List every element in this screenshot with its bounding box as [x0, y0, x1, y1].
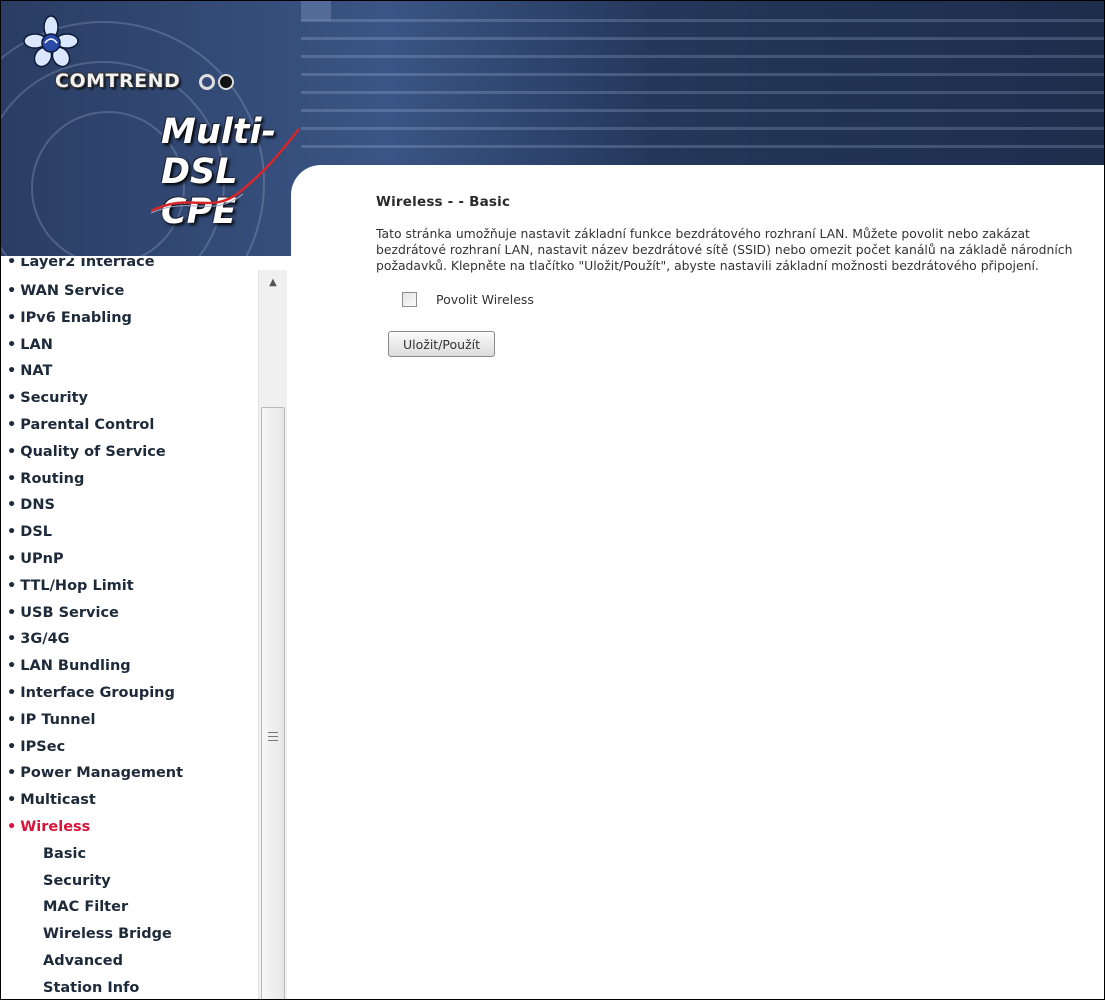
sidebar-item-14[interactable]: • 3G/4G	[7, 626, 257, 653]
sidebar-item-label: LAN	[20, 336, 53, 353]
bullet-icon: •	[7, 550, 17, 567]
bullet-icon: •	[7, 363, 17, 380]
sidebar-item-8[interactable]: • Routing	[7, 466, 257, 493]
sidebar-item-20[interactable]: • Multicast	[7, 787, 257, 814]
sidebar-subitem-1[interactable]: Security	[7, 868, 257, 895]
bullet-icon: •	[7, 818, 17, 835]
main-content: Wireless - - Basic Tato stránka umožňuje…	[376, 194, 1096, 357]
sidebar-item-label: Layer2 Interface	[20, 258, 155, 270]
sidebar-item-1[interactable]: • WAN Service	[7, 278, 257, 305]
sidebar-item-label: NAT	[20, 363, 53, 380]
sidebar-item-19[interactable]: • Power Management	[7, 760, 257, 787]
sidebar-item-6[interactable]: • Parental Control	[7, 412, 257, 439]
red-swoosh-icon	[151, 128, 300, 214]
sidebar-item-label: Power Management	[20, 765, 184, 782]
sidebar-item-label: USB Service	[20, 604, 119, 621]
sidebar-subitem-0[interactable]: Basic	[7, 841, 257, 868]
bullet-icon: •	[7, 684, 17, 701]
sidebar-item-label: IP Tunnel	[20, 711, 96, 728]
sidebar-item-4[interactable]: • NAT	[7, 358, 257, 385]
sidebar-item-label: Wireless	[20, 818, 91, 835]
sidebar-item-18[interactable]: • IPSec	[7, 734, 257, 761]
brand-name: COMTREND	[55, 70, 181, 92]
sidebar-subitem-5[interactable]: Station Info	[7, 975, 257, 999]
sidebar-item-label: IPv6 Enabling	[20, 309, 132, 326]
sidebar-item-label: Multicast	[20, 792, 96, 809]
sidebar-item-label: Interface Grouping	[20, 684, 175, 701]
save-apply-button[interactable]: Uložit/Použít	[388, 331, 496, 357]
bullet-icon: •	[7, 524, 17, 541]
enable-wireless-row: Povolit Wireless	[402, 288, 1096, 310]
sidebar-item-17[interactable]: • IP Tunnel	[7, 707, 257, 734]
enable-wireless-label: Povolit Wireless	[436, 291, 534, 307]
bullet-icon: •	[7, 470, 17, 487]
sidebar-item-label: Security	[20, 390, 88, 407]
sidebar-item-12[interactable]: • TTL/Hop Limit	[7, 573, 257, 600]
sidebar-scrollbar[interactable]: ▲	[258, 270, 287, 999]
bullet-icon: •	[7, 497, 17, 514]
sidebar-item-label: 3G/4G	[20, 631, 70, 648]
sidebar-item-11[interactable]: • UPnP	[7, 546, 257, 573]
sidebar-subitem-2[interactable]: MAC Filter	[7, 894, 257, 921]
sidebar-nav: • Layer2 Interface • WAN Service • IPv6 Enabl…	[1, 256, 288, 999]
sidebar-item-2[interactable]: • IPv6 Enabling	[7, 305, 257, 332]
bullet-icon: •	[7, 443, 17, 460]
bullet-icon: •	[7, 738, 17, 755]
sidebar-item-7[interactable]: • Quality of Service	[7, 439, 257, 466]
bullet-icon: •	[7, 658, 17, 675]
bullet-icon: •	[7, 577, 17, 594]
sidebar-item-label: UPnP	[20, 550, 64, 567]
sidebar-item-16[interactable]: • Interface Grouping	[7, 680, 257, 707]
grip-icon	[268, 732, 278, 744]
sidebar-item-9[interactable]: • DNS	[7, 492, 257, 519]
sidebar-item-label: WAN Service	[20, 283, 125, 299]
scroll-up-arrow-icon[interactable]: ▲	[259, 270, 287, 296]
page-title: Wireless - - Basic	[376, 194, 511, 210]
sidebar-subitem-4[interactable]: Advanced	[7, 948, 257, 975]
bullet-icon: •	[7, 604, 17, 621]
sidebar-item-15[interactable]: • LAN Bundling	[7, 653, 257, 680]
bullet-icon: •	[7, 390, 17, 407]
enable-wireless-checkbox[interactable]	[402, 291, 417, 307]
sidebar-item-13[interactable]: • USB Service	[7, 600, 257, 627]
bullet-icon: •	[7, 631, 17, 648]
bullet-icon: •	[7, 283, 17, 299]
bullet-icon: •	[7, 336, 17, 353]
bullet-icon: •	[7, 309, 17, 326]
bullet-icon: •	[7, 416, 17, 433]
sidebar-item-3[interactable]: • LAN	[7, 332, 257, 359]
sidebar-item-label: Routing	[20, 470, 85, 487]
sidebar-item-label: TTL/Hop Limit	[20, 577, 134, 594]
flower-logo-icon	[23, 15, 79, 68]
nav-list: • Layer2 Interface • WAN Service • IPv6 Enabl…	[7, 258, 257, 999]
router-admin-page: COMTREND Multi-DSL CPE • Layer2 Interface…	[0, 0, 1105, 1000]
scroll-thumb[interactable]	[261, 407, 285, 999]
page-description: Tato stránka umožňuje nastavit základní …	[376, 226, 1073, 273]
sidebar-item-5[interactable]: • Security	[7, 385, 257, 412]
sidebar-item-21[interactable]: • Wireless	[7, 814, 257, 841]
bullet-icon: •	[7, 711, 17, 728]
brand-dots-icon	[199, 71, 237, 90]
sidebar-item-10[interactable]: • DSL	[7, 519, 257, 546]
sidebar-item-label: Quality of Service	[20, 443, 166, 460]
bullet-icon: •	[7, 258, 17, 270]
sidebar-item-label: DSL	[20, 524, 52, 541]
sidebar-item-label: Parental Control	[20, 416, 155, 433]
sidebar-item-0[interactable]: • Layer2 Interface	[7, 258, 257, 278]
sidebar-item-label: LAN Bundling	[20, 658, 131, 675]
sidebar-subitem-3[interactable]: Wireless Bridge	[7, 921, 257, 948]
bullet-icon: •	[7, 792, 17, 809]
bullet-icon: •	[7, 765, 17, 782]
sidebar-item-label: DNS	[20, 497, 55, 514]
sidebar-item-label: IPSec	[20, 738, 66, 755]
